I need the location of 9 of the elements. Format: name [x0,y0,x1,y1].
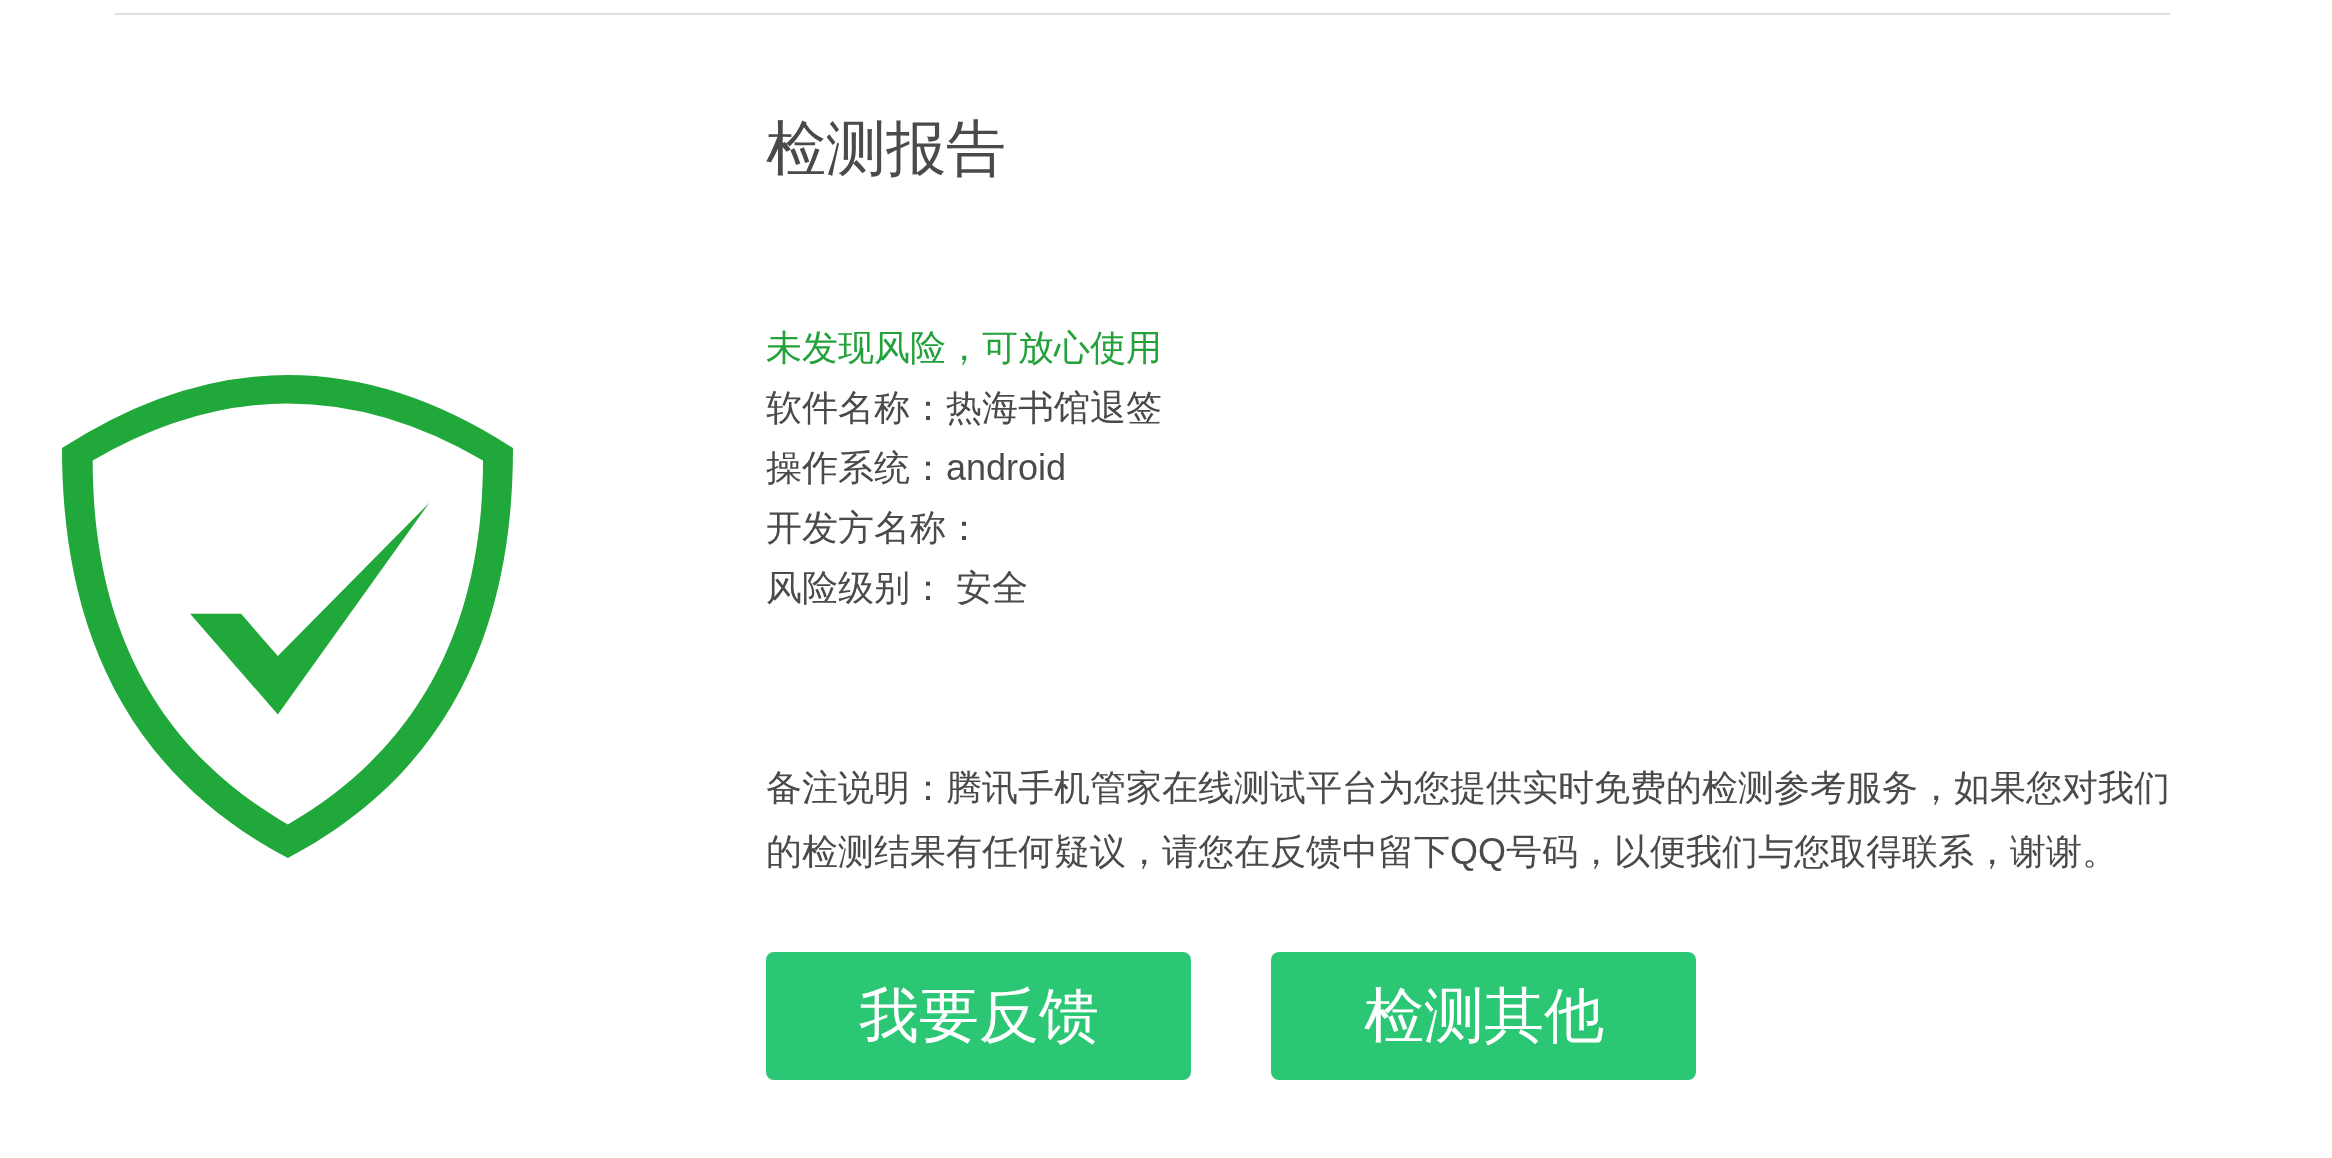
detail-line: 操作系统：android [766,446,1068,490]
report-title: 检测报告 [766,114,1007,184]
detail-line: 软件名称：热海书馆退签 [766,386,1163,430]
note-paragraph: 备注说明：腾讯手机管家在线测试平台为您提供实时免费的检测参考服务，如果您对我们的检测结果有任何疑议，请您在反馈中留下QQ号码，以便我们与您取得联系，谢谢。 [766,766,2171,874]
detail-line: 风险级别： 安全 [766,566,1029,610]
action-button[interactable]: 检测其他 [1271,952,1696,1080]
feedback-button[interactable]: 我要反馈 [766,952,1191,1080]
status-message: 未发现风险，可放心使用 [766,326,1163,370]
detail-line: 开发方名称： [766,506,983,550]
